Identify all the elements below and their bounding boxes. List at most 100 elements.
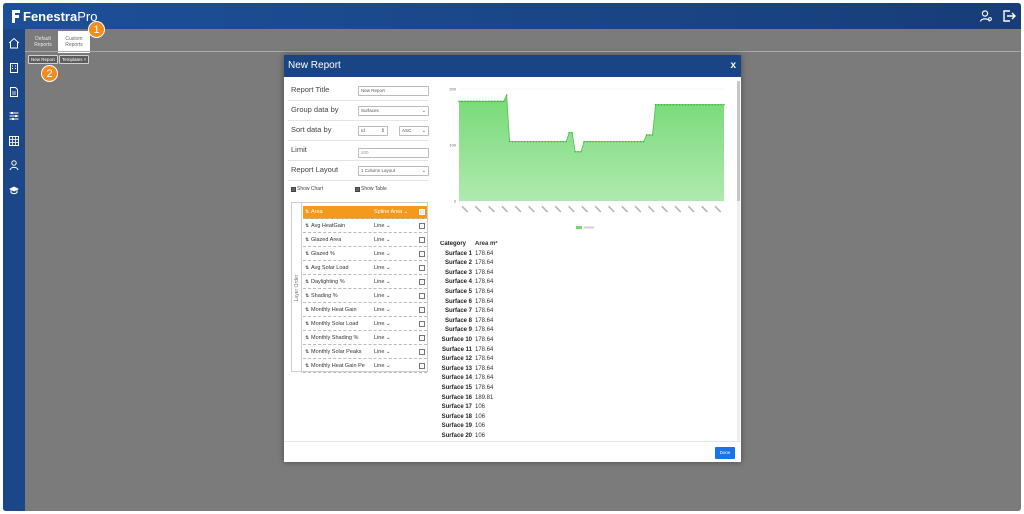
drag-handle-icon[interactable]: ⇅ [305,293,309,299]
layer-type-select[interactable]: Line ⌄ [374,335,418,341]
done-button[interactable]: Done [715,447,735,459]
layer-type-select[interactable]: Line ⌄ [374,293,418,299]
dialog-scrollbar-thumb[interactable] [737,81,740,201]
chart-point [720,103,722,106]
layer-checkbox[interactable] [419,237,425,243]
layer-checkbox[interactable] [419,251,425,257]
chart-point [544,140,547,143]
layer-checkbox[interactable] [419,363,425,369]
layer-checkbox[interactable] [419,349,425,355]
layer-row[interactable]: ⇅ Area Spline Area ⌄ [303,206,427,219]
chart-point [705,103,707,106]
layer-checkbox[interactable] [419,293,425,299]
chart-point [601,140,603,143]
chart-x-tick-mark [634,205,642,213]
drag-handle-icon[interactable]: ⇅ [305,363,309,369]
layer-checkbox[interactable] [419,279,425,285]
table-cell-area: 106 [475,404,486,411]
limit-input[interactable]: 100 [358,148,429,158]
layer-type-select[interactable]: Line ⌄ [374,321,418,327]
layer-type-select[interactable]: Line ⌄ [374,279,418,285]
chart-point [627,140,630,143]
chart-y-tick-label: 0 [454,199,457,204]
show-chart-checkbox[interactable]: Show Chart [291,186,323,192]
table-cell-area: 178.64 [475,250,494,257]
layer-checkbox[interactable] [419,223,425,229]
sliders-icon[interactable] [8,110,20,122]
drag-handle-icon[interactable]: ⇅ [305,335,309,341]
table-cell-area: 178.64 [475,327,494,334]
layer-row[interactable]: ⇅ Monthly Heat Gain Pe Line ⌄ [303,360,427,373]
layer-type-value: Line [374,349,385,355]
layer-row[interactable]: ⇅ Monthly Solar Load Line ⌄ [303,318,427,331]
layer-checkbox[interactable] [419,265,425,271]
report-layout-select[interactable]: 1 Column Layout ⌄ [358,166,429,176]
drag-handle-icon[interactable]: ⇅ [305,265,309,271]
layer-type-select[interactable]: Line ⌄ [374,265,418,271]
table-cell-category: Surface 19 [441,423,472,430]
logout-icon[interactable] [1002,9,1016,23]
layer-checkbox[interactable] [419,209,425,215]
table-icon[interactable] [8,135,20,147]
drag-handle-icon[interactable]: ⇅ [305,307,309,313]
layer-row[interactable]: ⇅ Shading % Line ⌄ [303,290,427,303]
layer-type-value: Line [374,293,385,299]
layer-row[interactable]: ⇅ Monthly Heat Gain Line ⌄ [303,304,427,317]
layer-row[interactable]: ⇅ Monthly Shading % Line ⌄ [303,332,427,345]
chart-point [654,103,657,106]
brand-logo[interactable]: Fenestra Pro [11,8,97,24]
close-icon[interactable]: x [730,60,736,71]
layer-row[interactable]: ⇅ Avg HeatGain Line ⌄ [303,220,427,233]
table-header-area: Area m² [475,241,498,247]
sort-field-select[interactable]: Id ⇕ [358,126,388,136]
layer-checkbox[interactable] [419,307,425,313]
table-row: Surface 6 178.64 [440,299,510,309]
drag-handle-icon[interactable]: ⇅ [305,237,309,243]
sidebar [3,29,25,511]
drag-handle-icon[interactable]: ⇅ [305,279,309,285]
layer-row[interactable]: ⇅ Glazed Area Line ⌄ [303,234,427,247]
report-title-input[interactable]: New Report [358,86,429,96]
show-table-checkbox[interactable]: Show Table [355,186,387,192]
drag-handle-icon[interactable]: ⇅ [305,223,309,229]
layer-type-select[interactable]: Line ⌄ [374,363,418,369]
drag-handle-icon[interactable]: ⇅ [305,321,309,327]
education-icon[interactable] [8,184,20,196]
drag-handle-icon[interactable]: ⇅ [305,209,309,215]
layer-row[interactable]: ⇅ Glazed % Line ⌄ [303,248,427,261]
layer-type-select[interactable]: Line ⌄ [374,237,418,243]
chart-point [636,140,639,143]
table-cell-category: Surface 16 [441,394,472,401]
tab-default-reports[interactable]: Default Reports [27,31,59,53]
drag-handle-icon[interactable]: ⇅ [305,349,309,355]
layer-type-select[interactable]: Line ⌄ [374,349,418,355]
sort-direction-select[interactable]: ASC ⌄ [399,126,429,136]
templates-dropdown-button[interactable]: Templates ˅ [59,55,90,64]
drag-handle-icon[interactable]: ⇅ [305,251,309,257]
layer-type-value: Spline Area [374,209,403,215]
building-icon[interactable] [8,62,20,74]
layer-row[interactable]: ⇅ Monthly Solar Peaks Line ⌄ [303,346,427,359]
layer-checkbox[interactable] [419,335,425,341]
user-icon[interactable] [8,159,20,171]
tab-custom-reports[interactable]: Custom Reports [58,31,90,53]
report-icon[interactable] [8,86,20,98]
layer-name: Daylighting % [311,279,345,285]
table-cell-category: Surface 17 [441,404,472,411]
layer-type-select[interactable]: Line ⌄ [374,251,418,257]
group-data-select[interactable]: Surfaces ⌄ [358,106,429,116]
layer-type-select[interactable]: Line ⌄ [374,223,418,229]
new-report-button[interactable]: New Report [28,55,58,64]
table-cell-category: Surface 6 [444,298,472,305]
chart-point [574,150,576,153]
layer-row[interactable]: ⇅ Daylighting % Line ⌄ [303,276,427,289]
checkbox-checked-icon [291,186,296,192]
layer-type-select[interactable]: Line ⌄ [374,307,418,313]
user-settings-icon[interactable] [979,9,993,23]
home-icon[interactable] [8,37,20,49]
layer-type-select[interactable]: Spline Area ⌄ [374,209,418,215]
chart-point [642,140,645,143]
layer-row[interactable]: ⇅ Avg Solar Load Line ⌄ [303,262,427,275]
chart-point [610,140,612,143]
layer-checkbox[interactable] [419,321,425,327]
